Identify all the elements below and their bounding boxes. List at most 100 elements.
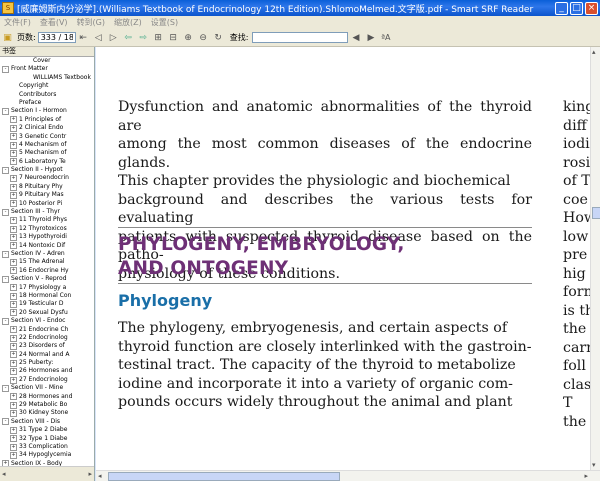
bookmark-item[interactable]: +13 Hypothyroidi (0, 233, 94, 241)
expand-icon[interactable]: + (10, 359, 17, 367)
menu-settings[interactable]: 设置(S) (151, 17, 178, 28)
expand-icon[interactable]: + (10, 141, 17, 149)
page-number-input[interactable] (37, 32, 76, 43)
bookmark-item[interactable]: +4 Mechanism of (0, 141, 94, 149)
vertical-scroll-thumb[interactable] (592, 207, 600, 219)
expand-icon[interactable]: + (10, 410, 17, 418)
scroll-down-icon[interactable]: ▾ (592, 461, 596, 469)
bookmark-item[interactable]: +21 Endocrine Ch (0, 326, 94, 334)
bookmark-item[interactable]: +16 Endocrine Hy (0, 267, 94, 275)
horizontal-scrollbar[interactable]: ◂ ▸ (96, 470, 600, 481)
first-page-icon[interactable]: ⇤ (78, 32, 89, 43)
bookmark-item[interactable]: WILLIAMS Textbook (0, 74, 94, 82)
bookmark-item[interactable]: +10 Posterior Pi (0, 200, 94, 208)
expand-icon[interactable]: + (10, 267, 17, 275)
collapse-icon[interactable]: - (2, 208, 9, 216)
bookmark-item[interactable]: +19 Testicular D (0, 300, 94, 309)
expand-icon[interactable]: + (10, 225, 17, 233)
maximize-button[interactable]: □ (570, 1, 583, 15)
horizontal-scroll-thumb[interactable] (108, 472, 340, 481)
bookmark-item[interactable]: - Section VI - Endoc (0, 317, 94, 325)
expand-icon[interactable]: + (10, 217, 17, 225)
bookmark-item[interactable]: Preface (0, 99, 94, 107)
expand-icon[interactable]: + (10, 175, 17, 183)
bookmark-item[interactable]: +34 Hypoglycemia (0, 451, 94, 460)
collapse-icon[interactable]: - (2, 108, 9, 116)
bookmark-item[interactable]: +11 Thyroid Phys (0, 216, 94, 225)
expand-icon[interactable]: + (10, 242, 17, 250)
menu-goto[interactable]: 转到(G) (77, 17, 105, 28)
fit-width-icon[interactable]: ⊟ (168, 32, 179, 43)
search-input[interactable] (252, 32, 349, 43)
expand-icon[interactable]: + (10, 124, 17, 132)
vertical-scrollbar[interactable]: ▴ ▾ (590, 47, 600, 470)
expand-icon[interactable]: + (10, 376, 17, 384)
bookmark-item[interactable]: - Section VIII - Dis (0, 418, 94, 426)
bookmark-item[interactable]: +29 Metabolic Bo (0, 401, 94, 409)
collapse-icon[interactable]: - (2, 166, 9, 174)
collapse-icon[interactable]: - (2, 250, 9, 258)
bookmark-item[interactable]: +5 Mechanism of (0, 149, 94, 157)
bookmark-item[interactable]: - Section V - Reprod (0, 275, 94, 283)
prev-page-icon[interactable]: ◁ (93, 32, 104, 43)
expand-icon[interactable]: + (10, 200, 17, 208)
fit-page-icon[interactable]: ⊞ (153, 32, 164, 43)
bookmark-item[interactable]: +27 Endocrinolog (0, 376, 94, 384)
expand-icon[interactable]: + (10, 393, 17, 401)
collapse-icon[interactable]: - (2, 317, 9, 325)
expand-icon[interactable]: + (10, 309, 17, 317)
bookmark-item[interactable]: +33 Complication (0, 443, 94, 451)
bookmark-item[interactable]: Copyright (0, 82, 94, 90)
scroll-right-icon[interactable]: ▸ (584, 472, 588, 480)
expand-icon[interactable]: + (10, 133, 17, 141)
collapse-icon[interactable]: - (2, 275, 9, 283)
next-page-icon[interactable]: ▷ (108, 32, 119, 43)
expand-icon[interactable]: + (10, 116, 17, 124)
sidebar-scrollbar[interactable]: ◂ ▸ (0, 466, 94, 481)
rotate-icon[interactable]: ↻ (213, 32, 224, 43)
expand-icon[interactable]: + (10, 443, 17, 451)
close-button[interactable]: × (585, 1, 598, 15)
open-file-icon[interactable]: ▣ (2, 32, 13, 43)
match-case-icon[interactable]: ªA (380, 32, 391, 43)
bookmark-item[interactable]: Contributors (0, 91, 94, 99)
document-view[interactable]: Dysfunction and anatomic abnormalities o… (96, 47, 590, 470)
bookmark-item[interactable]: +30 Kidney Stone (0, 409, 94, 418)
bookmark-item[interactable]: +18 Hormonal Con (0, 292, 94, 300)
bookmark-item[interactable]: +17 Physiology a (0, 284, 94, 292)
expand-icon[interactable]: + (10, 334, 17, 342)
bookmark-item[interactable]: +22 Endocrinolog (0, 334, 94, 342)
bookmark-item[interactable]: +26 Hormones and (0, 367, 94, 376)
find-next-icon[interactable]: ▶ (365, 32, 376, 43)
bookmark-item[interactable]: +20 Sexual Dysfu (0, 309, 94, 317)
bookmark-item[interactable]: +23 Disorders of (0, 342, 94, 350)
bookmark-item[interactable]: +2 Clinical Endo (0, 124, 94, 132)
forward-icon[interactable]: ⇨ (138, 32, 149, 43)
zoom-in-icon[interactable]: ⊕ (183, 32, 194, 43)
bookmark-item[interactable]: +12 Thyrotoxicos (0, 225, 94, 233)
expand-icon[interactable]: + (10, 435, 17, 443)
expand-icon[interactable]: + (10, 351, 17, 359)
bookmark-item[interactable]: - Section III - Thyr (0, 208, 94, 216)
expand-icon[interactable]: + (10, 183, 17, 191)
bookmark-item[interactable]: +6 Laboratory Te (0, 158, 94, 166)
expand-icon[interactable]: + (10, 401, 17, 409)
zoom-out-icon[interactable]: ⊖ (198, 32, 209, 43)
collapse-icon[interactable]: - (2, 66, 9, 74)
bookmark-item[interactable]: +9 Pituitary Mas (0, 191, 94, 199)
expand-icon[interactable]: + (10, 191, 17, 199)
scroll-left-icon[interactable]: ◂ (98, 472, 102, 480)
expand-icon[interactable]: + (10, 292, 17, 300)
minimize-button[interactable]: _ (555, 1, 568, 15)
expand-icon[interactable]: + (10, 326, 17, 334)
expand-icon[interactable]: + (10, 259, 17, 267)
expand-icon[interactable]: + (10, 426, 17, 434)
scroll-up-icon[interactable]: ▴ (592, 48, 596, 56)
bookmark-item[interactable]: +31 Type 2 Diabe (0, 426, 94, 434)
bookmark-item[interactable]: Cover (0, 57, 94, 65)
bookmark-item[interactable]: - Section I - Hormon (0, 107, 94, 116)
expand-icon[interactable]: + (10, 452, 17, 460)
scroll-left-icon[interactable]: ◂ (2, 470, 6, 478)
scroll-right-icon[interactable]: ▸ (88, 470, 92, 478)
bookmark-item[interactable]: +28 Hormones and (0, 393, 94, 401)
